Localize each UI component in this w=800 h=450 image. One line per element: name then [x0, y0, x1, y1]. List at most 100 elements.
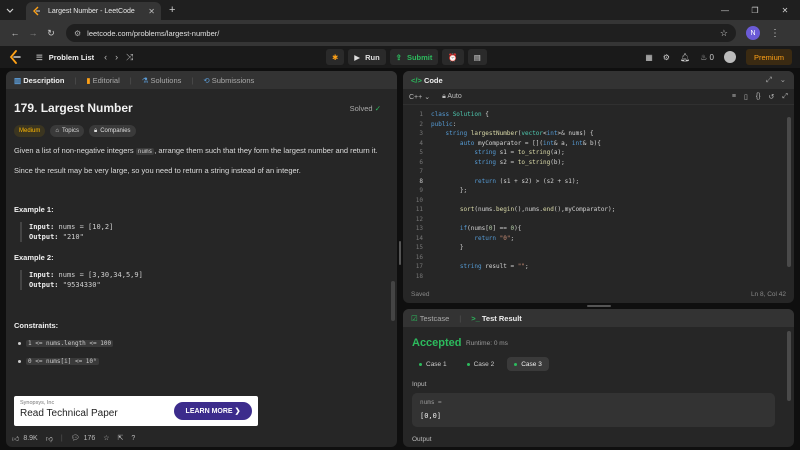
- tab-submissions[interactable]: ⟲ Submissions: [203, 76, 254, 85]
- user-avatar[interactable]: [723, 51, 736, 63]
- inline-code-nums: nums: [135, 148, 155, 155]
- line-number: 1: [419, 111, 423, 118]
- fullscreen-icon[interactable]: ⤢: [782, 93, 788, 101]
- reload-icon[interactable]: ↻: [42, 24, 60, 42]
- premium-button[interactable]: Premium: [745, 49, 792, 65]
- case-tab-3[interactable]: Case 3: [507, 357, 549, 371]
- code-header: </> Code ⤢ ⌄: [403, 71, 794, 89]
- problem-list-button[interactable]: ☰ Problem List: [36, 53, 94, 62]
- ad-learn-more-button[interactable]: LEARN MORE ❯: [174, 402, 252, 420]
- settings-gear-icon[interactable]: ⚙: [663, 53, 670, 62]
- thumbs-down-icon: 👎︎: [45, 435, 53, 443]
- tab-solutions[interactable]: ⚗ Solutions: [142, 76, 182, 85]
- format-icon[interactable]: ≡: [732, 93, 736, 101]
- cursor-position: Ln 8, Col 42: [750, 290, 786, 298]
- prev-problem-icon[interactable]: ‹: [104, 52, 107, 63]
- case-tab-2[interactable]: Case 2: [460, 357, 502, 371]
- checkbox-icon: ☑: [411, 313, 418, 323]
- braces-icon[interactable]: {}: [756, 93, 761, 101]
- debug-button[interactable]: ✱: [326, 49, 345, 65]
- run-button[interactable]: ▶ Run: [348, 49, 386, 65]
- advertisement-banner[interactable]: Synopsys, Inc Read Technical Paper LEARN…: [14, 396, 258, 426]
- help-icon[interactable]: ?: [131, 435, 135, 442]
- address-toolbar: ← → ↻ ⚙ leetcode.com/problems/largest-nu…: [0, 20, 800, 46]
- input-box: nums = [0,0]: [412, 393, 775, 427]
- tab-editorial[interactable]: ▮ Editorial: [86, 76, 119, 85]
- browser-tabbar: Largest Number - LeetCode ✕ + — ❐ ✕: [0, 0, 800, 20]
- browser-menu-icon[interactable]: ⋮: [770, 28, 780, 39]
- alarm-icon: ⏰: [448, 52, 458, 62]
- auto-mode-toggle[interactable]: 🔒︎ Auto: [442, 93, 462, 101]
- line-number: 12: [415, 215, 423, 223]
- bookmark-icon[interactable]: ▯: [744, 93, 748, 101]
- notes-button[interactable]: ▤: [467, 49, 487, 65]
- site-info-icon[interactable]: ⚙: [74, 29, 81, 38]
- maximize-icon[interactable]: ❐: [740, 6, 770, 15]
- like-button[interactable]: 👍︎ 8.9K: [12, 434, 38, 443]
- new-tab-icon[interactable]: +: [169, 4, 175, 16]
- streak-counter[interactable]: ♨ 0: [700, 53, 714, 62]
- window-close-icon[interactable]: ✕: [770, 6, 800, 15]
- runtime-text: Runtime: 0 ms: [466, 340, 508, 347]
- leetcode-logo-icon[interactable]: [8, 50, 22, 64]
- input-key: nums =: [420, 399, 442, 406]
- timer-button[interactable]: ⏰: [442, 49, 464, 65]
- editor-scrollbar[interactable]: [787, 117, 791, 267]
- companies-chip[interactable]: 🔒︎ Companies: [88, 125, 136, 137]
- code-tab[interactable]: </> Code: [411, 76, 443, 85]
- language-select[interactable]: C++ ⌄: [409, 93, 430, 101]
- code-editor[interactable]: 1 2 3 4 5 6 7 8 9 10 11 12 13 14 15 16 1…: [403, 107, 794, 285]
- layout-icon[interactable]: ▦: [645, 53, 653, 62]
- constraint-1: 1 <= nums.length <= 100: [26, 340, 114, 347]
- tab-test-result[interactable]: >_ Test Result: [471, 314, 522, 323]
- profile-avatar[interactable]: N: [746, 26, 760, 40]
- ex2-input-label: Input:: [29, 271, 55, 279]
- lock-icon: 🔒︎: [93, 127, 98, 134]
- expand-icon[interactable]: ⤢: [766, 75, 772, 85]
- line-number: 13: [415, 225, 423, 232]
- flask-icon: ⚗: [141, 75, 149, 85]
- topics-chip[interactable]: ⌂ Topics: [50, 125, 84, 137]
- shuffle-icon[interactable]: ⤨: [126, 52, 133, 63]
- line-number: 6: [419, 158, 423, 166]
- saved-status: Saved: [411, 290, 430, 298]
- tab-solutions-label: Solutions: [150, 75, 182, 85]
- dislike-button[interactable]: 👎︎: [46, 434, 53, 443]
- ex2-input-value: nums = [3,30,34,5,9]: [58, 271, 143, 279]
- browser-tab[interactable]: Largest Number - LeetCode ✕: [26, 2, 161, 20]
- case-tabs: Case 1 Case 2 Case 3: [412, 357, 549, 371]
- reset-icon[interactable]: ↺: [769, 93, 775, 101]
- result-scrollbar[interactable]: [787, 331, 791, 401]
- code-tab-label: Code: [423, 75, 443, 85]
- statement-text-b: , arrange them such that they form the l…: [154, 146, 378, 155]
- next-problem-icon[interactable]: ›: [115, 52, 118, 63]
- book-icon: ▮: [86, 75, 91, 85]
- input-label: Input: [412, 381, 427, 388]
- description-footer: 👍︎ 8.9K 👎︎ | 💬︎ 176 ☆ ⇱ ?: [12, 434, 136, 443]
- description-scrollbar[interactable]: [391, 281, 395, 321]
- share-icon[interactable]: ⇱: [118, 434, 124, 442]
- back-icon[interactable]: ←: [6, 24, 24, 42]
- pass-dot-icon: [466, 362, 470, 366]
- tab-close-icon[interactable]: ✕: [148, 7, 155, 16]
- submit-button[interactable]: ⇪ Submit: [389, 49, 439, 65]
- comments-button[interactable]: 💬︎ 176: [71, 434, 96, 443]
- line-number: 15: [415, 244, 423, 251]
- notifications-bell-icon[interactable]: 🔔︎: [680, 53, 690, 62]
- tab-description[interactable]: ▥ Description: [14, 76, 64, 85]
- minimize-icon[interactable]: —: [710, 6, 740, 15]
- example-1-block: Input: nums = [10,2] Output: "210": [20, 222, 113, 242]
- favorite-star-icon[interactable]: ☆: [103, 434, 109, 442]
- tab-search-icon[interactable]: [0, 0, 20, 20]
- code-line: auto myComparator = [](int& a, int& b){: [459, 139, 601, 147]
- panel-menu-icon[interactable]: ⌄: [780, 75, 786, 85]
- bookmark-star-icon[interactable]: ☆: [720, 28, 728, 39]
- solved-status: Solved ✓: [350, 104, 381, 113]
- code-panel: </> Code ⤢ ⌄ C++ ⌄ 🔒︎ Auto ≡ ▯ {} ↺ ⤢ 1 …: [403, 71, 794, 303]
- url-input[interactable]: ⚙ leetcode.com/problems/largest-number/ …: [66, 24, 736, 42]
- run-label: Run: [365, 52, 380, 62]
- case-tab-1[interactable]: Case 1: [412, 357, 454, 371]
- forward-icon[interactable]: →: [24, 24, 42, 42]
- difficulty-badge[interactable]: Medium: [14, 125, 46, 137]
- tab-testcase[interactable]: ☑ Testcase: [411, 314, 449, 323]
